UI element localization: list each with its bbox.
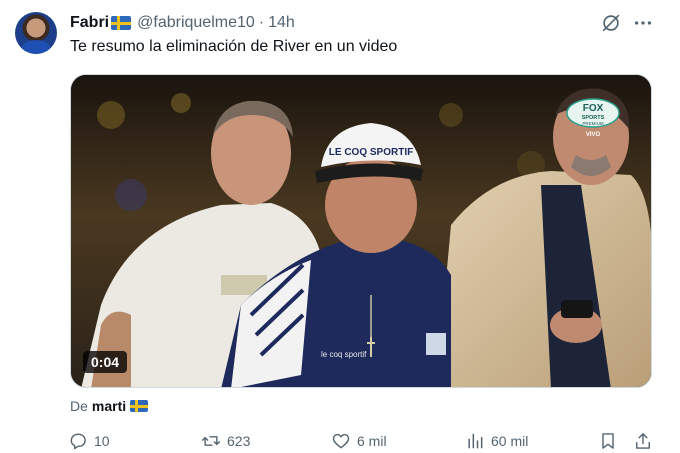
bookmark-icon [602, 433, 614, 449]
views-count: 60 mil [491, 433, 529, 449]
sweden-flag-icon [111, 16, 132, 30]
separator-dot: · [258, 14, 265, 31]
like-button[interactable]: 6 mil [331, 429, 387, 453]
repost-button[interactable]: 623 [201, 429, 250, 453]
views-button[interactable]: 60 mil [465, 429, 528, 453]
attribution-prefix: De [70, 398, 88, 414]
share-icon [636, 433, 650, 449]
like-icon [332, 433, 350, 449]
video-attribution: De marti [70, 398, 149, 414]
shirt-brand-text: le coq sportif [321, 350, 367, 359]
attribution-user[interactable]: marti [92, 398, 126, 414]
repost-icon [201, 436, 221, 446]
channel-logo-text: FOX [583, 103, 604, 114]
action-bar: 10 623 6 mil 60 mil [68, 429, 658, 453]
reply-button[interactable]: 10 [68, 429, 110, 453]
fox-sports-logo: FOX SPORTS PREMIUM VIVO [565, 97, 621, 139]
user-handle[interactable]: @fabriquelme10 [137, 14, 255, 32]
bookmark-button[interactable] [598, 429, 618, 453]
video-player[interactable]: LE COQ SPORTIF le coq sportif FOX SPORTS… [70, 74, 652, 388]
tweet-header: Fabri @fabriquelme10 · 14h [70, 12, 295, 34]
repost-count: 623 [227, 433, 251, 449]
more-icon[interactable] [632, 12, 654, 34]
reply-count: 10 [94, 433, 110, 449]
live-label: VIVO [586, 132, 601, 138]
display-name[interactable]: Fabri [70, 14, 109, 32]
timestamp[interactable]: 14h [268, 14, 295, 32]
video-duration: 0:04 [83, 351, 128, 373]
like-count: 6 mil [357, 433, 387, 449]
avatar[interactable] [15, 12, 57, 54]
avatar-shirt [21, 40, 51, 54]
cap-logo-text: LE COQ SPORTIF [329, 147, 413, 158]
grok-icon[interactable] [600, 12, 622, 34]
reply-icon [70, 433, 86, 450]
sweden-flag-icon [130, 400, 149, 412]
tweet[interactable]: Fabri @fabriquelme10 · 14h Te resumo la … [0, 0, 680, 453]
share-button[interactable] [633, 429, 653, 453]
tweet-text: Te resumo la eliminación de River en un … [70, 38, 398, 55]
views-icon [468, 433, 483, 449]
channel-tier-text: PREMIUM [582, 121, 604, 126]
